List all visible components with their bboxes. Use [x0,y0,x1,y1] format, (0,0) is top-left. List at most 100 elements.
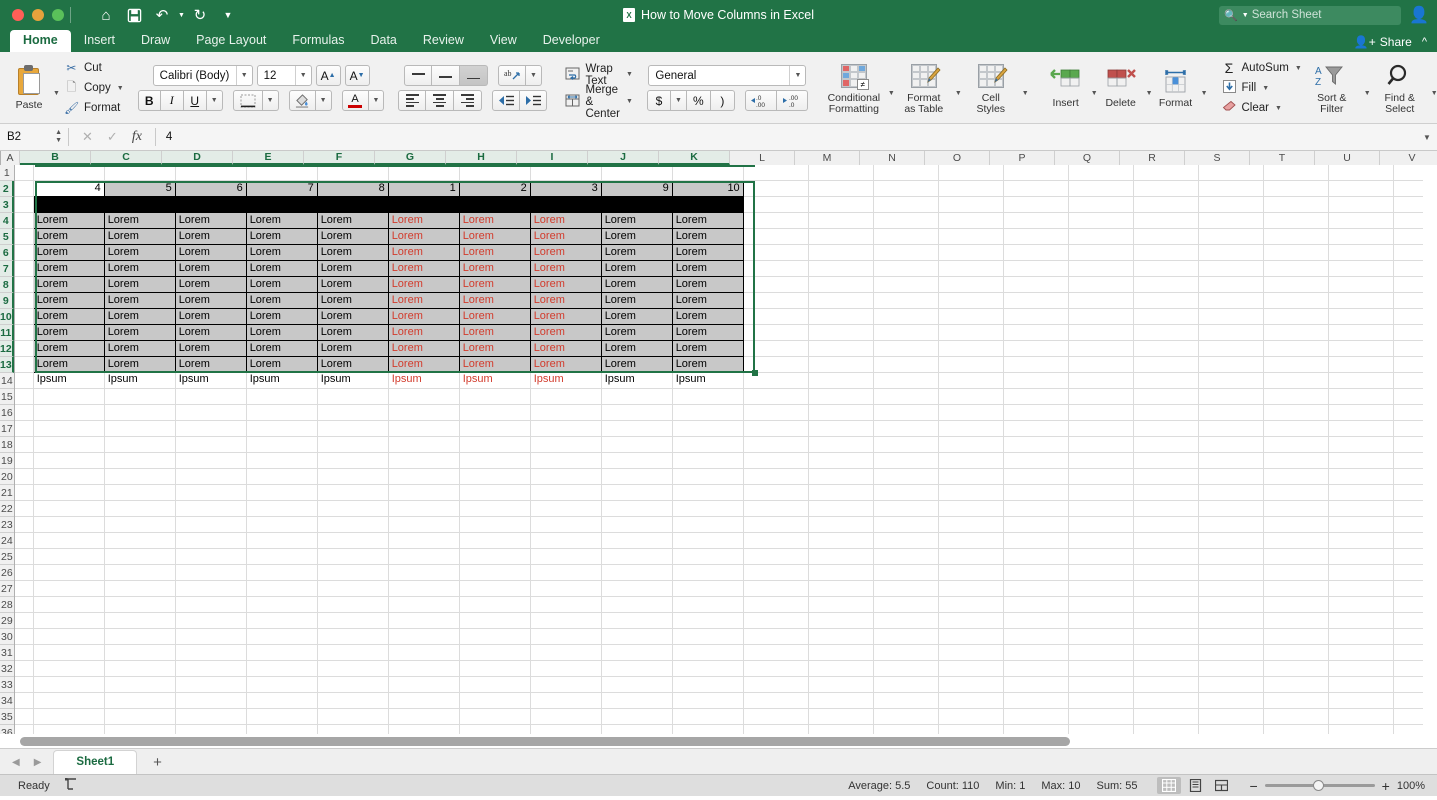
zoom-slider[interactable] [1265,784,1375,787]
cell-I23[interactable] [531,517,602,533]
cell-S20[interactable] [1199,469,1264,485]
cell-A7[interactable] [15,261,34,277]
cell-O34[interactable] [939,693,1004,709]
column-header-k[interactable]: K [659,151,730,165]
cell-G29[interactable] [389,613,460,629]
cell-E28[interactable] [247,597,318,613]
cell-J30[interactable] [602,629,673,645]
cell-O1[interactable] [939,165,1004,181]
cell-P10[interactable] [1004,309,1069,325]
cell-I28[interactable] [531,597,602,613]
cell-R24[interactable] [1134,533,1199,549]
cell-P30[interactable] [1004,629,1069,645]
cell-H2[interactable]: 2 [460,181,531,197]
cell-U21[interactable] [1329,485,1394,501]
cell-I34[interactable] [531,693,602,709]
cell-N35[interactable] [874,709,939,725]
cell-K15[interactable] [673,389,744,405]
font-color-button[interactable]: A [342,90,369,111]
row-header-4[interactable]: 4 [0,213,14,229]
cell-D15[interactable] [176,389,247,405]
row-header-10[interactable]: 10 [0,309,14,325]
cell-B16[interactable] [34,405,105,421]
cell-N36[interactable] [874,725,939,734]
cell-K5[interactable]: Lorem Ipsum [673,229,744,245]
cell-H24[interactable] [460,533,531,549]
cell-R15[interactable] [1134,389,1199,405]
cell-L24[interactable] [744,533,809,549]
cell-A22[interactable] [15,501,34,517]
cell-O11[interactable] [939,325,1004,341]
cell-U13[interactable] [1329,357,1394,373]
row-header-26[interactable]: 26 [0,565,14,581]
cell-B4[interactable]: Lorem Ipsum [34,213,105,229]
cell-T33[interactable] [1264,677,1329,693]
cell-Q36[interactable] [1069,725,1134,734]
row-header-30[interactable]: 30 [0,629,14,645]
cell-U10[interactable] [1329,309,1394,325]
cell-I16[interactable] [531,405,602,421]
horizontal-scroll-thumb[interactable] [20,737,1070,746]
cell-T36[interactable] [1264,725,1329,734]
cell-F32[interactable] [318,661,389,677]
cell-L12[interactable] [744,341,809,357]
tab-review[interactable]: Review [410,30,477,52]
cell-S32[interactable] [1199,661,1264,677]
cell-I29[interactable] [531,613,602,629]
cell-K9[interactable]: Lorem Ipsum [673,293,744,309]
cell-N4[interactable] [874,213,939,229]
cell-Q14[interactable] [1069,373,1134,389]
fill-button[interactable]: Fill ▼ [1222,80,1302,97]
cell-F5[interactable]: Lorem Ipsum [318,229,389,245]
cell-D2[interactable]: 6 [176,181,247,197]
cell-Q26[interactable] [1069,565,1134,581]
cell-N13[interactable] [874,357,939,373]
column-header-o[interactable]: O [925,151,990,165]
cell-H4[interactable]: Lorem Ipsum [460,213,531,229]
row-header-7[interactable]: 7 [0,261,14,277]
column-header-f[interactable]: F [304,151,375,165]
formula-input[interactable]: 4 [156,131,1417,143]
cell-U25[interactable] [1329,549,1394,565]
cell-R30[interactable] [1134,629,1199,645]
maximize-window-button[interactable] [52,9,64,21]
cell-P34[interactable] [1004,693,1069,709]
bold-button[interactable]: B [138,90,161,111]
cell-P25[interactable] [1004,549,1069,565]
cell-Q4[interactable] [1069,213,1134,229]
cell-M22[interactable] [809,501,874,517]
cell-H3[interactable] [460,197,531,213]
undo-dropdown-icon[interactable]: ▼ [178,12,185,19]
cell-G23[interactable] [389,517,460,533]
cell-E26[interactable] [247,565,318,581]
cell-P20[interactable] [1004,469,1069,485]
format-as-table-dropdown-icon[interactable]: ▼ [955,90,962,97]
cell-N29[interactable] [874,613,939,629]
merge-center-dropdown-icon[interactable]: ▼ [626,98,633,105]
cell-N33[interactable] [874,677,939,693]
cell-P24[interactable] [1004,533,1069,549]
row-header-11[interactable]: 11 [0,325,14,341]
row-header-8[interactable]: 8 [0,277,14,293]
cell-U4[interactable] [1329,213,1394,229]
cell-H28[interactable] [460,597,531,613]
cell-U9[interactable] [1329,293,1394,309]
cell-D25[interactable] [176,549,247,565]
cell-T9[interactable] [1264,293,1329,309]
cell-G16[interactable] [389,405,460,421]
cell-J33[interactable] [602,677,673,693]
cell-S14[interactable] [1199,373,1264,389]
cell-U12[interactable] [1329,341,1394,357]
cell-S33[interactable] [1199,677,1264,693]
delete-cells-button[interactable]: Delete [1098,55,1144,121]
cell-I1[interactable] [531,165,602,181]
cell-J24[interactable] [602,533,673,549]
cell-L11[interactable] [744,325,809,341]
cell-T15[interactable] [1264,389,1329,405]
cell-H34[interactable] [460,693,531,709]
cell-M30[interactable] [809,629,874,645]
cell-U28[interactable] [1329,597,1394,613]
cell-O16[interactable] [939,405,1004,421]
cell-N7[interactable] [874,261,939,277]
borders-dropdown-icon[interactable]: ▼ [263,90,279,111]
